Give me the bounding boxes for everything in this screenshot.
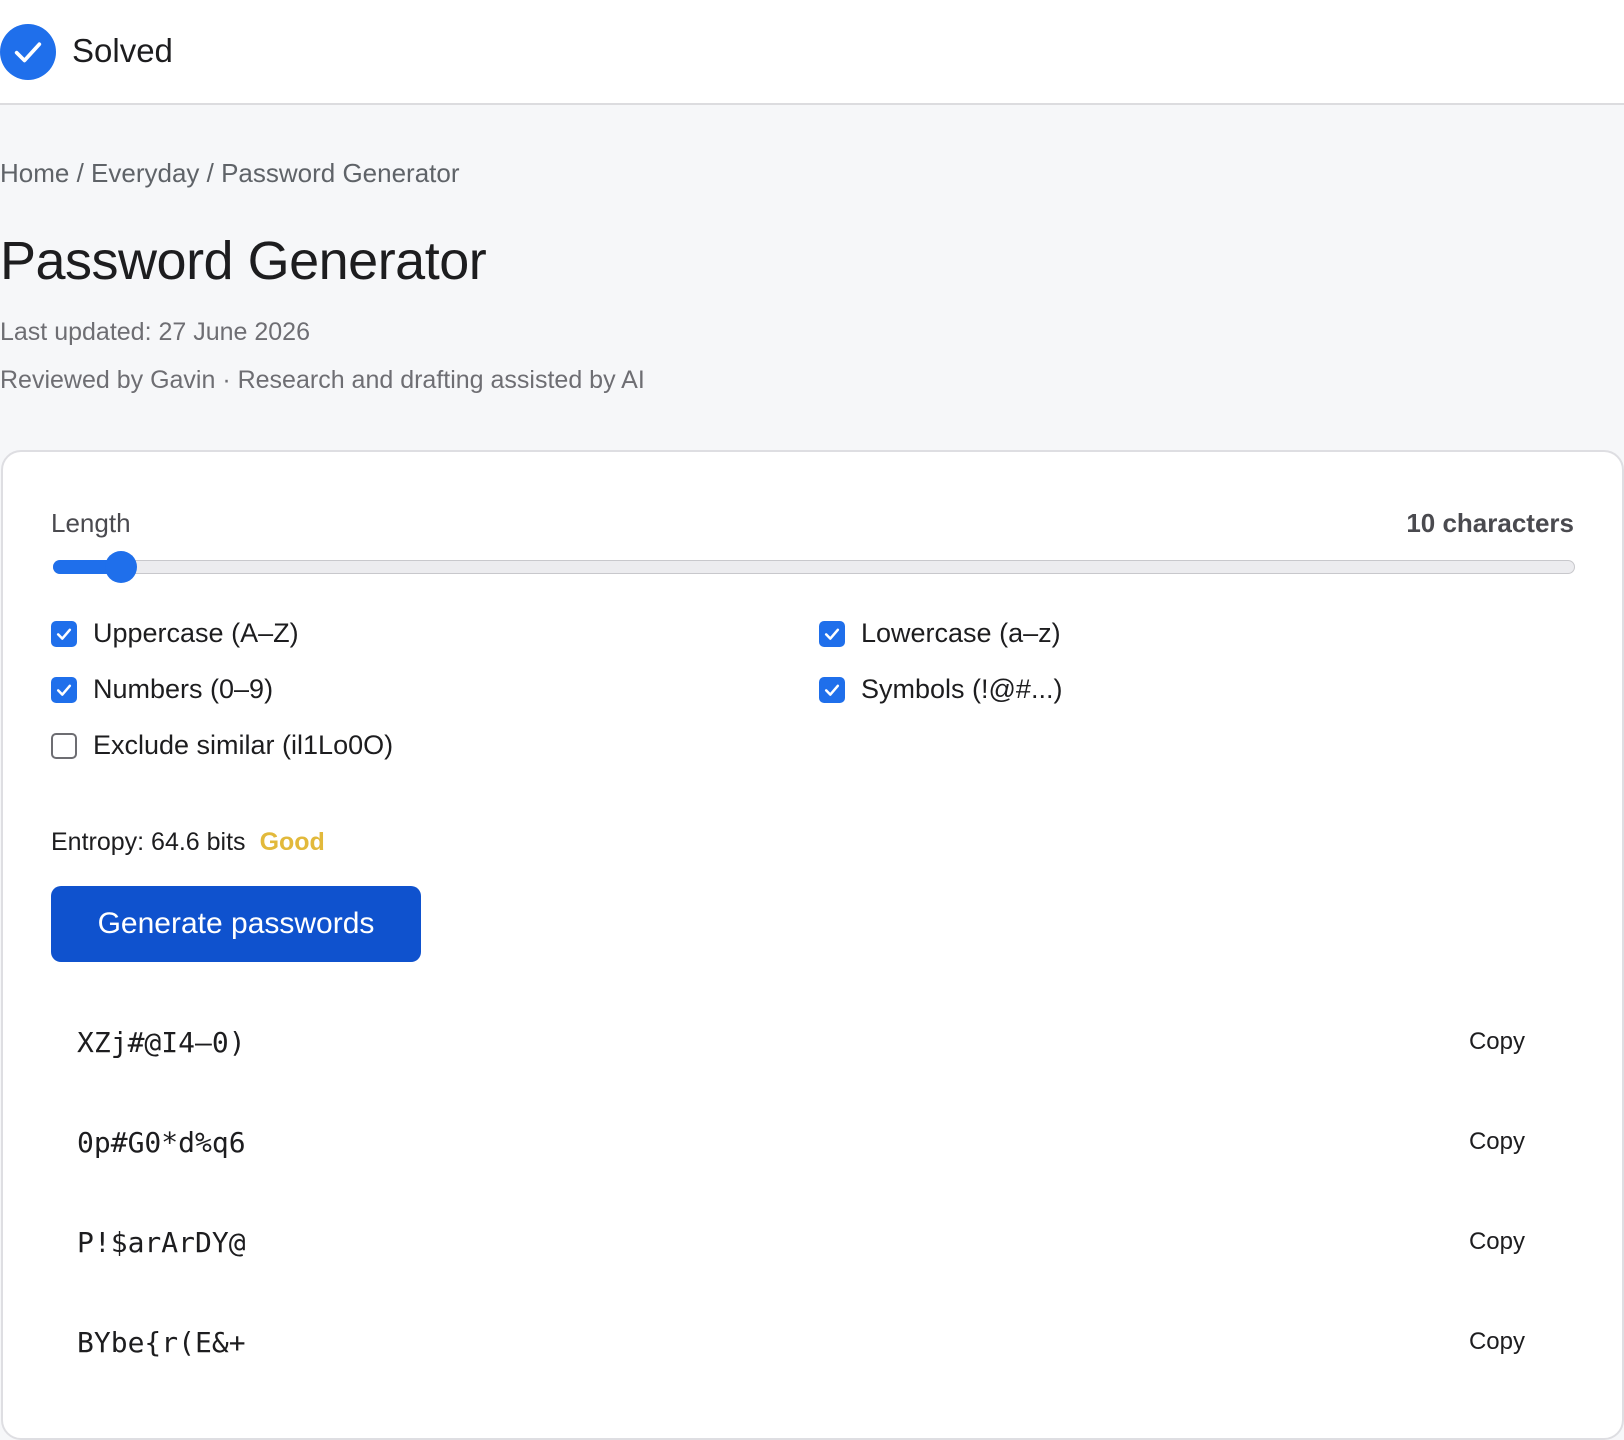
copy-button[interactable]: Copy xyxy=(1469,1128,1525,1156)
option-numbers[interactable]: Numbers (0–9) xyxy=(51,674,273,705)
option-label: Uppercase (A–Z) xyxy=(93,618,299,648)
entropy-readout: Entropy: 64.6 bits Good xyxy=(51,828,325,857)
generate-passwords-button[interactable]: Generate passwords xyxy=(51,886,421,962)
check-icon xyxy=(56,628,72,640)
entropy-label: Entropy: 64.6 bits xyxy=(51,828,246,856)
option-label: Lowercase (a–z) xyxy=(861,618,1061,648)
password-row: P!$arArDY@ Copy xyxy=(51,1192,1577,1292)
option-lowercase[interactable]: Lowercase (a–z) xyxy=(819,618,1061,649)
reviewed-by: Reviewed by Gavin · Research and draftin… xyxy=(0,366,645,394)
copy-button[interactable]: Copy xyxy=(1469,1028,1525,1056)
option-label: Exclude similar (il1Lo0O) xyxy=(93,730,394,760)
password-text: XZj#@I4–0) xyxy=(77,1025,246,1059)
slider-track xyxy=(53,560,1575,574)
password-row: BYbe{r(E&+ Copy xyxy=(51,1292,1577,1392)
generator-card: Length 10 characters Uppercase (A–Z) Low… xyxy=(1,450,1624,1440)
check-circle-icon xyxy=(0,24,56,80)
option-exclude-similar[interactable]: Exclude similar (il1Lo0O) xyxy=(51,730,393,761)
entropy-rating: Good xyxy=(259,828,325,856)
check-icon xyxy=(56,684,72,696)
copy-button[interactable]: Copy xyxy=(1469,1328,1525,1356)
password-row: 0p#G0*d%q6 Copy xyxy=(51,1092,1577,1192)
length-slider[interactable] xyxy=(53,551,1575,583)
password-text: 0p#G0*d%q6 xyxy=(77,1125,246,1159)
page-title: Password Generator xyxy=(0,231,487,291)
password-text: BYbe{r(E&+ xyxy=(77,1325,246,1359)
checkbox[interactable] xyxy=(51,732,77,759)
password-text: P!$arArDY@ xyxy=(77,1225,246,1259)
checkbox[interactable] xyxy=(51,676,77,703)
option-label: Symbols (!@#...) xyxy=(861,674,1063,704)
length-label: Length xyxy=(51,508,131,538)
password-row: XZj#@I4–0) Copy xyxy=(51,992,1577,1092)
length-value: 10 characters xyxy=(1406,508,1574,538)
last-updated: Last updated: 27 June 2026 xyxy=(0,318,310,346)
option-uppercase[interactable]: Uppercase (A–Z) xyxy=(51,618,299,649)
check-icon xyxy=(824,684,840,696)
slider-thumb[interactable] xyxy=(105,551,138,583)
option-symbols[interactable]: Symbols (!@#...) xyxy=(819,674,1062,705)
checkbox[interactable] xyxy=(51,620,77,647)
check-icon xyxy=(824,628,840,640)
option-label: Numbers (0–9) xyxy=(93,674,274,704)
checkbox[interactable] xyxy=(819,676,845,703)
copy-button[interactable]: Copy xyxy=(1469,1228,1525,1256)
password-list: XZj#@I4–0) Copy 0p#G0*d%q6 Copy P!$arArD… xyxy=(51,992,1577,1392)
breadcrumb: Home / Everyday / Password Generator xyxy=(0,158,460,188)
checkbox[interactable] xyxy=(819,620,845,647)
status-label: Solved xyxy=(72,32,173,69)
top-bar: Solved xyxy=(0,0,1624,105)
